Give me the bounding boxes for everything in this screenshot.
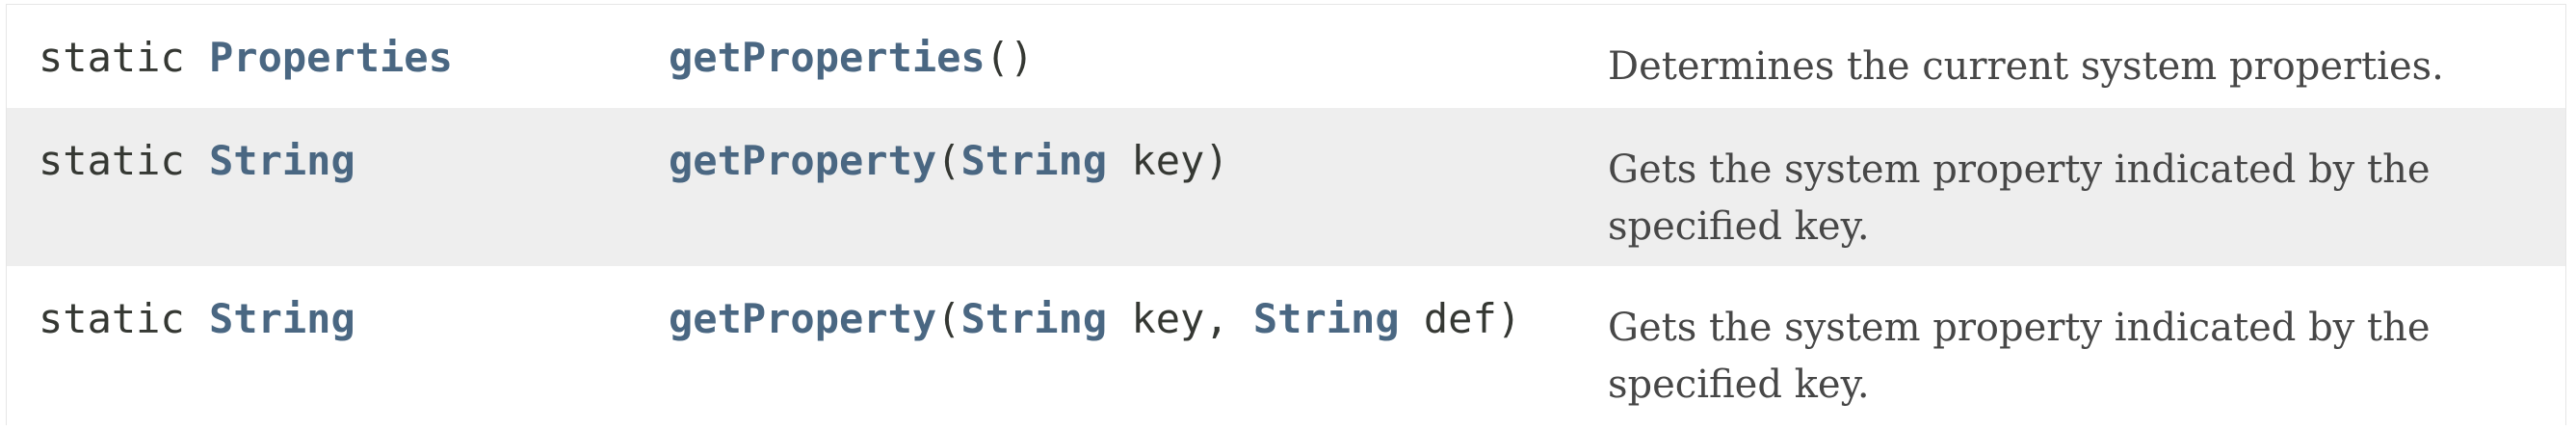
- modifier-text: static: [39, 34, 185, 81]
- return-type-link[interactable]: Properties: [209, 34, 453, 81]
- param-name: key): [1107, 137, 1229, 184]
- method-name-link[interactable]: getProperty: [669, 137, 936, 184]
- table-row: static String getProperty(String key, St…: [7, 266, 2565, 426]
- param-name: key,: [1107, 295, 1253, 342]
- method-cell: getProperties(): [669, 34, 1034, 82]
- method-name-link[interactable]: getProperties: [669, 34, 986, 81]
- modifier-and-type-cell: static String: [39, 137, 355, 185]
- method-params: (): [985, 34, 1035, 81]
- table-row: static String getProperty(String key) Ge…: [7, 108, 2565, 266]
- return-type-link[interactable]: String: [209, 137, 355, 184]
- modifier-and-type-cell: static Properties: [39, 34, 453, 82]
- modifier-text: static: [39, 295, 185, 342]
- table-row: static Properties getProperties() Determ…: [7, 5, 2565, 108]
- param-type-link[interactable]: String: [960, 295, 1107, 342]
- method-cell: getProperty(String key): [669, 137, 1229, 185]
- description-cell: Determines the current system properties…: [1608, 44, 2444, 89]
- modifier-and-type-cell: static String: [39, 295, 355, 343]
- description-cell: Gets the system property indicated by th…: [1608, 306, 2431, 407]
- paren-open: (: [936, 295, 961, 342]
- paren-open: (: [936, 137, 961, 184]
- param-type-link[interactable]: String: [1253, 295, 1400, 342]
- description-cell: Gets the system property indicated by th…: [1608, 148, 2431, 249]
- method-cell: getProperty(String key, String def): [669, 295, 1521, 343]
- method-summary-table: static Properties getProperties() Determ…: [6, 4, 2566, 426]
- method-name-link[interactable]: getProperty: [669, 295, 936, 342]
- param-name: def): [1399, 295, 1522, 342]
- modifier-text: static: [39, 137, 185, 184]
- return-type-link[interactable]: String: [209, 295, 355, 342]
- param-type-link[interactable]: String: [960, 137, 1107, 184]
